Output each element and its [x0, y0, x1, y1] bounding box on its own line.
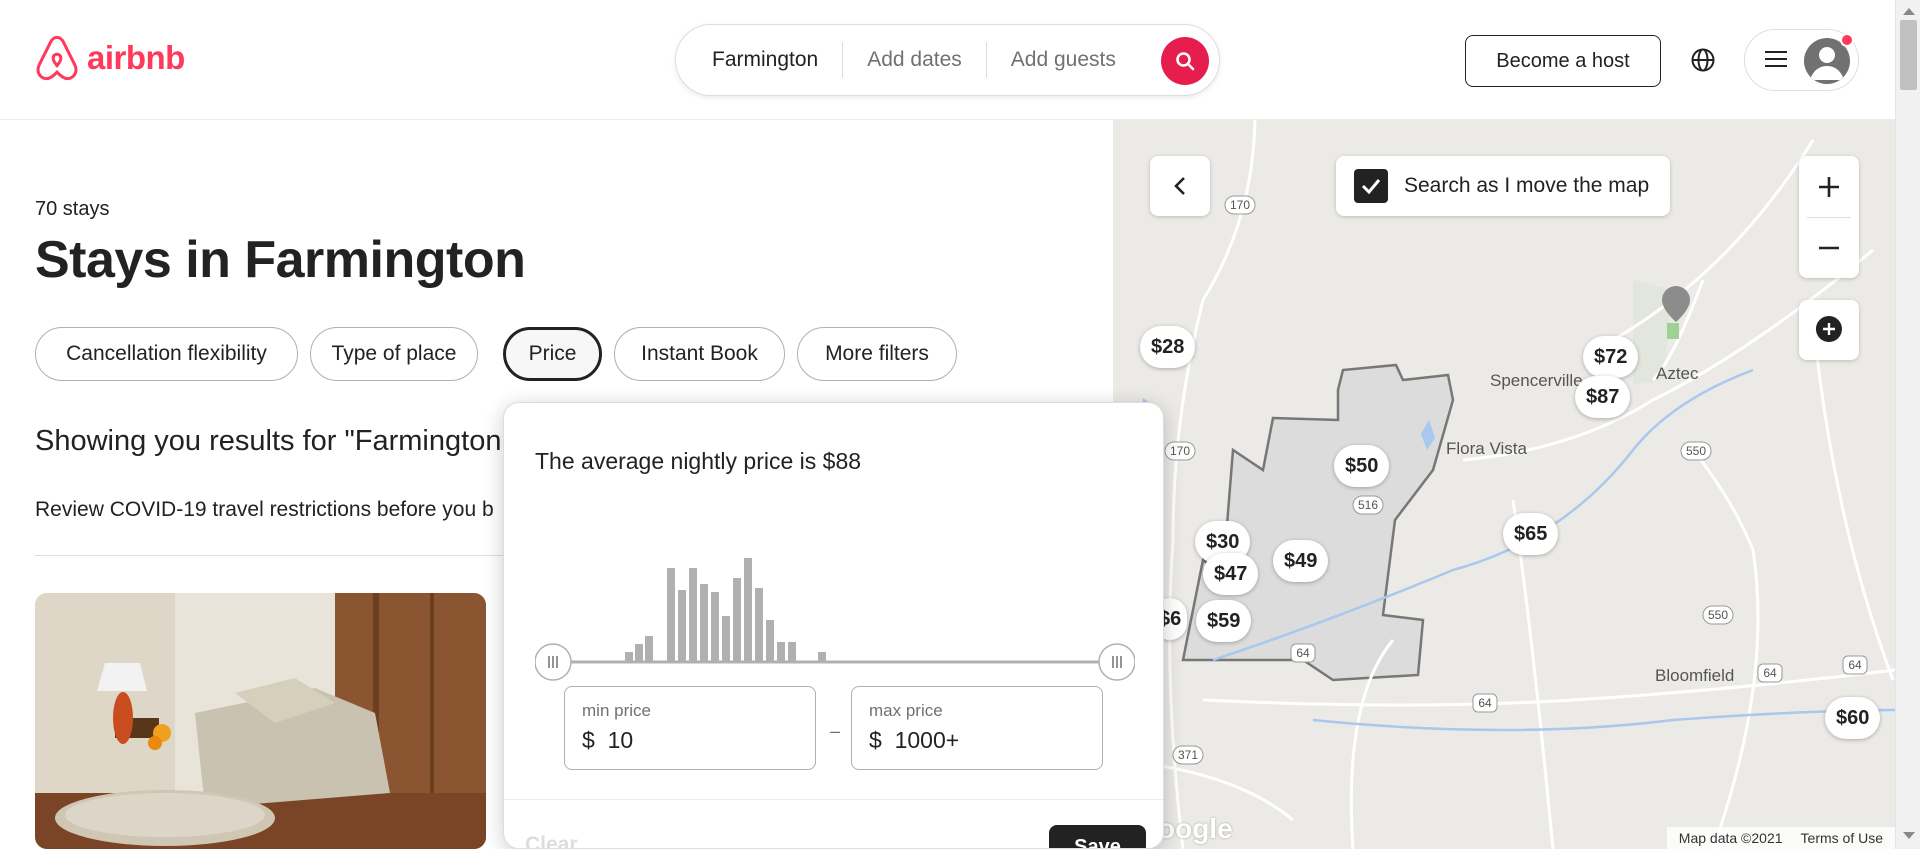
filter-price[interactable]: Price: [503, 327, 602, 381]
map-price-pin[interactable]: $59: [1196, 600, 1252, 642]
map-panel[interactable]: 170 170 516 550 550 64 64 64 64 371 Spen…: [1113, 120, 1895, 849]
map-price-pin[interactable]: $87: [1575, 376, 1631, 418]
zoom-controls: [1799, 156, 1859, 278]
svg-text:170: 170: [1170, 444, 1190, 458]
map-price-pin[interactable]: $28: [1140, 326, 1196, 368]
plus-icon: [1819, 176, 1839, 197]
google-logo: oogle: [1158, 813, 1233, 844]
map-pin-plus-icon: [1815, 316, 1842, 342]
listing-photo[interactable]: [35, 593, 486, 849]
become-host-button[interactable]: Become a host: [1465, 35, 1661, 87]
svg-text:170: 170: [1230, 198, 1250, 212]
airbnb-logo[interactable]: airbnb: [35, 34, 185, 82]
min-price-label: min price: [582, 701, 651, 720]
search-button[interactable]: [1161, 37, 1209, 85]
search-as-move-label: Search as I move the map: [1404, 174, 1650, 197]
search-as-move-checkbox[interactable]: [1354, 169, 1388, 203]
popover-divider: [504, 799, 1163, 800]
save-button[interactable]: Save: [1049, 825, 1146, 848]
price-histogram: [535, 558, 1135, 681]
zoom-in-button[interactable]: [1799, 156, 1859, 217]
map-price-pin[interactable]: $47: [1203, 553, 1259, 595]
search-location[interactable]: Farmington: [676, 42, 842, 78]
place-label: Flora Vista: [1446, 439, 1527, 458]
svg-text:516: 516: [1358, 498, 1378, 512]
minus-icon: [1819, 246, 1839, 249]
page-title: Stays in Farmington: [35, 231, 526, 289]
max-price-label: max price: [869, 701, 943, 720]
checkmark-icon: [1361, 179, 1381, 194]
svg-text:550: 550: [1708, 608, 1728, 622]
scroll-down-arrow-icon[interactable]: [1903, 832, 1915, 839]
map-price-pin[interactable]: $65: [1503, 513, 1559, 555]
search-guests[interactable]: Add guests: [987, 42, 1140, 78]
place-label: Spencerville: [1490, 371, 1583, 390]
covid-notice[interactable]: Review COVID-19 travel restrictions befo…: [35, 498, 494, 522]
average-price-text: The average nightly price is $88: [535, 448, 862, 474]
place-label: Bloomfield: [1655, 666, 1735, 685]
place-label: Aztec: [1656, 364, 1699, 383]
filter-type-of-place[interactable]: Type of place: [310, 327, 478, 381]
svg-text:64: 64: [1848, 658, 1862, 672]
map-price-pin[interactable]: $72: [1583, 336, 1639, 378]
svg-text:550: 550: [1686, 444, 1706, 458]
map-background: 170 170 516 550 550 64 64 64 64 371: [1113, 120, 1895, 849]
range-dash: –: [830, 721, 841, 741]
filter-instant-book[interactable]: Instant Book: [614, 327, 785, 381]
globe-icon[interactable]: [1690, 47, 1716, 73]
max-slider-handle[interactable]: [1098, 643, 1135, 681]
map-footer: Map data ©2021 Terms of Use: [1666, 827, 1895, 849]
airbnb-logo-icon: [36, 35, 78, 81]
map-price-pin[interactable]: $50: [1334, 445, 1390, 487]
max-price-field[interactable]: max price $ 1000+: [851, 686, 1103, 770]
top-header: airbnb Farmington Add dates Add guests B…: [0, 0, 1920, 120]
zoom-out-button[interactable]: [1799, 217, 1859, 278]
svg-text:64: 64: [1296, 646, 1310, 660]
results-heading: Showing you results for "Farmington: [35, 425, 502, 457]
min-price-value[interactable]: $ 10: [582, 727, 633, 754]
map-price-pin[interactable]: $60: [1825, 697, 1881, 739]
filter-more-filters[interactable]: More filters: [797, 327, 957, 381]
scrollbar-thumb[interactable]: [1900, 20, 1917, 90]
listing-photo-image: [35, 593, 486, 849]
svg-text:64: 64: [1763, 666, 1777, 680]
add-pin-button[interactable]: [1799, 300, 1859, 360]
price-filter-popover: The average nightly price is $88 min pri…: [503, 402, 1164, 849]
chevron-left-icon: [1174, 177, 1185, 195]
max-price-value[interactable]: $ 1000+: [869, 727, 959, 754]
clear-button[interactable]: Clear: [525, 833, 578, 848]
notification-dot: [1840, 33, 1854, 47]
stays-count: 70 stays: [35, 198, 110, 220]
min-price-field[interactable]: min price $ 10: [564, 686, 816, 770]
user-menu-button[interactable]: [1744, 29, 1859, 91]
search-icon: [1176, 52, 1195, 71]
search-dates[interactable]: Add dates: [843, 42, 986, 78]
terms-of-use-link[interactable]: Terms of Use: [1801, 830, 1883, 846]
map-attribution: Map data ©2021: [1678, 830, 1783, 846]
logo-text: airbnb: [87, 39, 185, 76]
scroll-up-arrow-icon[interactable]: [1903, 8, 1915, 15]
filter-cancellation-flexibility[interactable]: Cancellation flexibility: [35, 327, 298, 381]
collapse-map-button[interactable]: [1150, 156, 1210, 216]
search-as-move-toggle[interactable]: Search as I move the map: [1336, 156, 1670, 216]
min-slider-handle[interactable]: [535, 643, 572, 681]
map-price-pin[interactable]: $49: [1273, 540, 1329, 582]
page-scrollbar[interactable]: [1895, 0, 1920, 849]
search-bar[interactable]: Farmington Add dates Add guests: [675, 24, 1220, 96]
hamburger-menu-icon: [1765, 51, 1787, 71]
svg-text:371: 371: [1178, 748, 1198, 762]
svg-text:64: 64: [1478, 696, 1492, 710]
